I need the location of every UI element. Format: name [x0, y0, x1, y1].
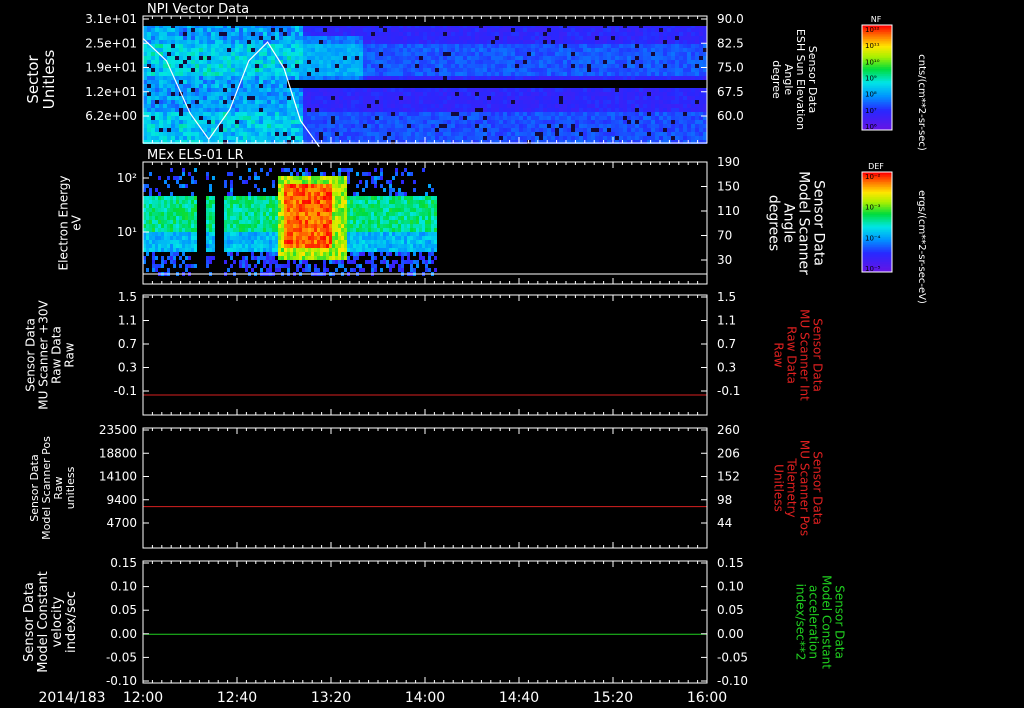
colorbar-tick-label: 10⁹: [865, 75, 877, 83]
multi-panel-plot: 3.1e+01 2.5e+01 1.9e+01 1.2e+01 6.2e+00 90.0 8…: [0, 0, 1024, 708]
time-tick-label: 14:40: [499, 690, 539, 706]
colorbar-tick-label: 10⁷: [865, 107, 877, 115]
colorbar-label: DEF: [868, 162, 884, 171]
left-tick-label: 9400: [106, 493, 137, 507]
left-tick-label: 0.00: [110, 627, 137, 641]
time-tick-label: 12:40: [217, 690, 257, 706]
left-tick-label: -0.10: [106, 674, 137, 688]
right-tick-label: 0.7: [717, 337, 736, 351]
left-tick-label: 0.3: [118, 361, 137, 375]
date-label: 2014/183: [38, 690, 105, 706]
right-tick-label: 67.5: [717, 85, 744, 99]
left-tick-label: 1.9e+01: [85, 61, 137, 75]
right-tick-label: 0.10: [717, 580, 744, 594]
right-tick-label: 190: [717, 155, 740, 169]
right-tick-label: 0.00: [717, 627, 744, 641]
left-tick-label: 0.7: [118, 337, 137, 351]
colorbar-unit: cnts/(cm**2-sr-sec): [916, 54, 927, 151]
colorbar-tick-label: 10⁻⁴: [865, 234, 881, 242]
left-tick-label: 14100: [99, 470, 137, 484]
right-tick-label: 1.5: [717, 290, 736, 304]
right-tick-label: 0.15: [717, 556, 744, 570]
left-tick-label: 1.5: [118, 290, 137, 304]
time-tick-label: 16:00: [687, 690, 727, 706]
colorbar-tick-label: 10⁻⁵: [865, 265, 881, 273]
colorbar-tick-label: 10⁻²: [865, 173, 881, 181]
left-tick-label: 23500: [99, 423, 137, 437]
right-tick-label: 82.5: [717, 36, 744, 50]
right-tick-label: 0.05: [717, 603, 744, 617]
right-tick-label: 90.0: [717, 12, 744, 26]
left-tick-label: 0.05: [110, 603, 137, 617]
right-tick-label: 44: [717, 516, 732, 530]
time-tick-label: 13:20: [311, 690, 351, 706]
left-tick-label: 6.2e+00: [85, 109, 137, 123]
left-tick-label: 3.1e+01: [85, 12, 137, 26]
left-tick-label: 10¹: [117, 225, 137, 239]
left-tick-label: -0.05: [106, 650, 137, 664]
right-tick-label: 206: [717, 446, 740, 460]
panel-title: NPI Vector Data: [147, 2, 249, 17]
colorbar-tick-label: 10¹²: [865, 26, 880, 34]
left-tick-label: 1.2e+01: [85, 85, 137, 99]
npi-heatmap: [143, 16, 707, 144]
right-tick-label: -0.1: [717, 384, 740, 398]
right-tick-label: 60.0: [717, 109, 744, 123]
right-tick-label: 150: [717, 180, 740, 194]
right-tick-label: 70: [717, 229, 732, 243]
colorbar-tick-label: 10⁸: [865, 91, 877, 99]
time-tick-label: 14:00: [405, 690, 445, 706]
colorbar-2: [862, 172, 892, 273]
colorbar-tick-label: 10⁻³: [865, 204, 881, 212]
right-tick-label: 110: [717, 204, 740, 218]
left-tick-label: 18800: [99, 446, 137, 460]
right-tick-label: 152: [717, 470, 740, 484]
left-tick-label: 10²: [117, 171, 137, 185]
time-tick-label: 12:00: [123, 690, 163, 706]
panel-title: MEx ELS-01 LR: [147, 148, 244, 163]
left-tick-label: 1.1: [118, 314, 137, 328]
right-tick-label: 260: [717, 423, 740, 437]
colorbar-label: NF: [871, 15, 882, 24]
right-tick-label: 1.1: [717, 314, 736, 328]
left-tick-label: 4700: [106, 516, 137, 530]
right-tick-label: -0.05: [717, 650, 748, 664]
right-axis-label: Sensor DataModel Constantaccelerationind…: [794, 575, 847, 669]
colorbar-tick-label: 10¹⁰: [865, 58, 880, 66]
right-tick-label: 30: [717, 253, 732, 267]
right-tick-label: 98: [717, 493, 732, 507]
left-tick-label: 0.15: [110, 556, 137, 570]
left-tick-label: 0.10: [110, 580, 137, 594]
time-tick-label: 15:20: [593, 690, 633, 706]
right-tick-label: 0.3: [717, 361, 736, 375]
colorbar-tick-label: 10⁶: [865, 123, 877, 131]
left-tick-label: 2.5e+01: [85, 36, 137, 50]
colorbar-tick-label: 10¹¹: [865, 42, 880, 50]
left-axis-label: SectorUnitless: [24, 50, 58, 110]
colorbar-unit: ergs/(cm**2-sr-sec-eV): [916, 190, 927, 304]
right-tick-label: 75.0: [717, 61, 744, 75]
right-tick-label: -0.10: [717, 674, 748, 688]
left-tick-label: -0.1: [114, 384, 137, 398]
